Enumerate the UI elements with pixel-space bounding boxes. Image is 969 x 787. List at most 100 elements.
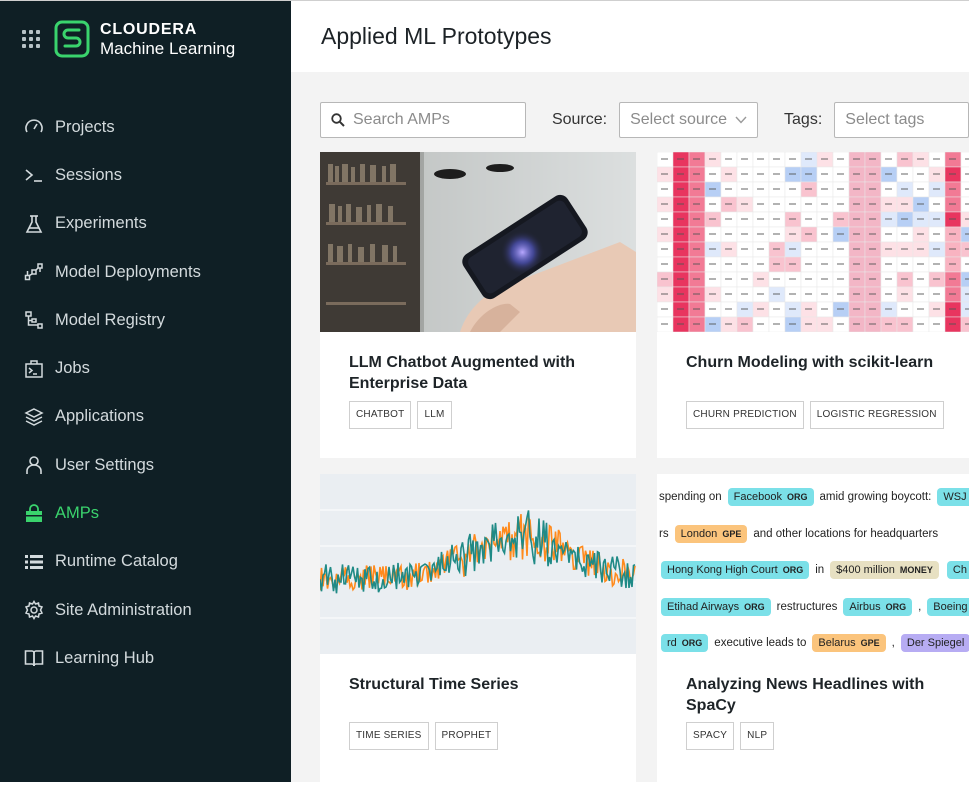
layers-icon	[24, 407, 44, 427]
source-label: Source:	[551, 111, 608, 128]
plain-text: amid growing boycott:	[819, 491, 932, 504]
sidebar-item-experiments[interactable]: Experiments	[0, 200, 291, 248]
time-series-line-plot	[320, 474, 636, 654]
sidebar-item-jobs[interactable]: Jobs	[0, 344, 291, 392]
tag-list: CHURN PREDICTION LOGISTIC REGRESSION	[686, 401, 944, 429]
entity-highlight: WSJ	[937, 488, 969, 507]
card-title[interactable]: Churn Modeling with scikit-learn	[686, 352, 948, 373]
source-select[interactable]: Select source	[619, 102, 759, 138]
entity-highlight: $400 million MONEY	[830, 561, 939, 580]
filter-toolbar: Source: Select source Tags: Select tags	[320, 101, 969, 139]
entity-highlight: Hong Kong High Court ORG	[661, 561, 810, 580]
app-switcher-grid-icon[interactable]	[22, 30, 40, 48]
hierarchy-icon	[24, 310, 44, 330]
card-title[interactable]: Analyzing News Headlines with SpaCy	[686, 674, 948, 716]
ner-line: spending on Facebook ORG amid growing boyco…	[657, 479, 969, 516]
sidebar-item-label: Model Registry	[55, 310, 166, 329]
tag-chip[interactable]: PROPHET	[434, 722, 499, 750]
sidebar-item-label: Model Deployments	[55, 262, 201, 281]
sidebar-item-label: Sessions	[55, 165, 122, 184]
amp-card[interactable]: spending on Facebook ORG amid growing boyco…	[657, 474, 969, 782]
shopping-bag-icon	[24, 503, 44, 524]
ner-line: Etihad Airways ORG restructures Airbus ORG, B…	[657, 589, 969, 626]
sidebar-item-label: AMPs	[55, 504, 100, 523]
sidebar: CLOUDERA Machine Learning Projects Sessi…	[0, 1, 291, 782]
tag-chip[interactable]: CHURN PREDICTION	[686, 401, 804, 429]
sidebar-item-learning-hub[interactable]: Learning Hub	[0, 634, 291, 682]
sidebar-item-label: Runtime Catalog	[55, 552, 178, 571]
sidebar-item-label: Projects	[55, 117, 115, 136]
phone-in-library-photo	[320, 152, 636, 332]
amp-card[interactable]: LLM Chatbot Augmented with Enterprise Da…	[320, 152, 636, 458]
tag-list: CHATBOT LLM	[349, 401, 452, 429]
amp-card[interactable]: Structural Time Series TIME SERIES PROPH…	[320, 474, 636, 782]
gauge-icon	[24, 117, 44, 137]
search-box[interactable]	[320, 102, 526, 138]
sidebar-item-label: Experiments	[55, 214, 147, 233]
sidebar-item-applications[interactable]: Applications	[0, 393, 291, 441]
flask-icon	[24, 214, 44, 234]
cloudera-logo-icon[interactable]	[54, 20, 90, 58]
brand-name[interactable]: CLOUDERA Machine Learning	[100, 20, 235, 58]
app-window: CLOUDERA Machine Learning Projects Sessi…	[0, 0, 969, 782]
chevron-down-icon	[735, 116, 747, 124]
card-title[interactable]: Structural Time Series	[349, 674, 611, 695]
sidebar-item-model-registry[interactable]: Model Registry	[0, 296, 291, 344]
sidebar-item-label: User Settings	[55, 455, 155, 474]
tag-chip[interactable]: CHATBOT	[349, 401, 412, 429]
sidebar-item-amps[interactable]: AMPs	[0, 489, 291, 537]
page-title: Applied ML Prototypes	[321, 23, 552, 49]
brand-name-top: CLOUDERA	[100, 21, 198, 38]
churn-data-table-heatmap	[657, 152, 969, 332]
card-title[interactable]: LLM Chatbot Augmented with Enterprise Da…	[349, 352, 611, 394]
tag-chip[interactable]: LOGISTIC REGRESSION	[809, 401, 944, 429]
entity-highlight: Der Spiegel	[900, 634, 969, 653]
list-icon	[24, 552, 44, 572]
gear-icon	[24, 600, 44, 621]
sidebar-item-label: Site Administration	[55, 600, 192, 619]
user-icon	[24, 455, 44, 475]
tag-chip[interactable]: NLP	[740, 722, 775, 750]
source-select-placeholder: Select source	[630, 111, 728, 128]
entity-highlight: Boeing	[927, 597, 969, 616]
sidebar-item-site-administration[interactable]: Site Administration	[0, 586, 291, 634]
entity-highlight: London GPE	[674, 524, 748, 543]
entity-highlight: Belarus GPE	[812, 634, 886, 653]
sidebar-item-runtime-catalog[interactable]: Runtime Catalog	[0, 538, 291, 586]
tag-list: SPACY NLP	[686, 722, 775, 750]
entity-highlight: Ch	[946, 561, 969, 580]
entity-highlight: Facebook ORG	[727, 488, 814, 507]
named-entity-highlights: spending on Facebook ORG amid growing boyco…	[657, 474, 969, 654]
tag-chip[interactable]: SPACY	[686, 722, 735, 750]
sidebar-item-sessions[interactable]: Sessions	[0, 151, 291, 199]
tags-label: Tags:	[784, 111, 823, 128]
network-nodes-icon	[24, 262, 44, 282]
sidebar-item-label: Applications	[55, 407, 144, 426]
plain-text: rs	[659, 527, 669, 540]
briefcase-terminal-icon	[24, 359, 44, 379]
ner-line: rs London GPE and other locations for headq…	[657, 516, 969, 553]
search-input[interactable]	[351, 110, 515, 130]
ner-line: rd ORG executive leads to Belarus GPE, Der Sp…	[657, 625, 969, 654]
sidebar-item-user-settings[interactable]: User Settings	[0, 441, 291, 489]
sidebar-item-model-deployments[interactable]: Model Deployments	[0, 248, 291, 296]
search-icon	[331, 113, 345, 127]
entity-highlight: Etihad Airways ORG	[661, 597, 771, 616]
brand-name-bottom: Machine Learning	[100, 39, 236, 58]
ner-line: Hong Kong High Court ORG in $400 million MON…	[657, 552, 969, 589]
entity-highlight: Airbus ORG	[843, 597, 913, 616]
amp-card[interactable]: Churn Modeling with scikit-learn CHURN P…	[657, 152, 969, 458]
open-book-icon	[24, 648, 44, 668]
tag-chip[interactable]: TIME SERIES	[349, 722, 429, 750]
sidebar-nav: Projects Sessions Experiments Model Depl…	[0, 103, 291, 683]
plain-text: in	[815, 564, 825, 577]
tag-chip[interactable]: LLM	[417, 401, 452, 429]
plain-text: ,	[891, 637, 895, 650]
tags-select[interactable]: Select tags	[834, 102, 969, 138]
sidebar-item-projects[interactable]: Projects	[0, 103, 291, 151]
terminal-prompt-icon	[24, 165, 44, 185]
entity-highlight: rd ORG	[661, 634, 709, 653]
sidebar-item-label: Learning Hub	[55, 648, 155, 667]
plain-text: ,	[918, 600, 922, 613]
tag-list: TIME SERIES PROPHET	[349, 722, 499, 750]
